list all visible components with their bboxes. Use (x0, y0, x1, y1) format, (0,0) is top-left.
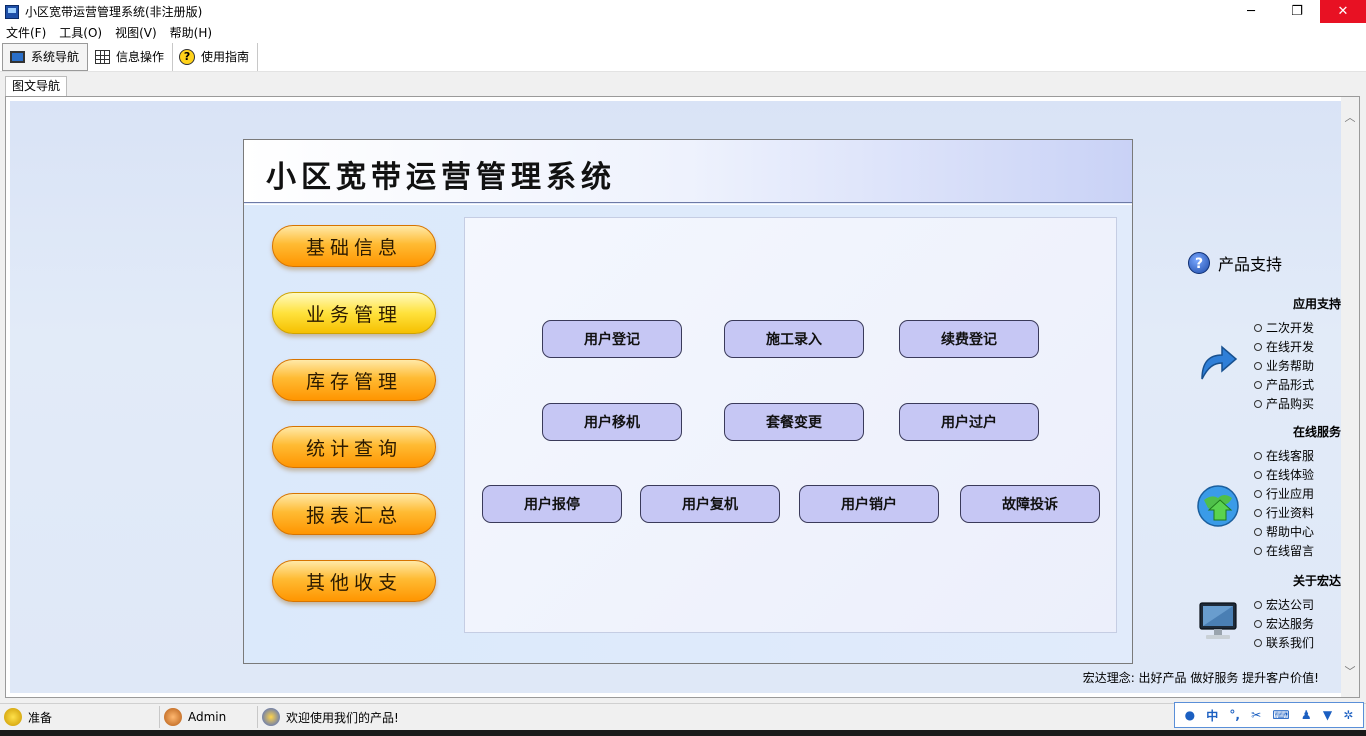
link-company[interactable]: 宏达公司 (1254, 595, 1314, 614)
smile-icon (4, 708, 22, 726)
report-summary-button[interactable]: 报表汇总 (272, 493, 436, 535)
content-area: 小区宽带运营管理系统 基础信息 业务管理 库存管理 统计查询 报表汇总 其他收支… (5, 96, 1360, 698)
fault-complaint-button[interactable]: 故障投诉 (960, 485, 1100, 523)
help-icon: ? (179, 48, 196, 65)
page-title: 小区宽带运营管理系统 (266, 160, 616, 195)
inventory-mgmt-button[interactable]: 库存管理 (272, 359, 436, 401)
ime-settings-icon[interactable]: ✲ (1343, 708, 1353, 722)
grid-icon (94, 49, 110, 64)
user-suspend-button[interactable]: 用户报停 (482, 485, 622, 523)
link-secondary-dev[interactable]: 二次开发 (1254, 318, 1314, 337)
user-icon (164, 708, 182, 726)
status-welcome: 欢迎使用我们的产品! (258, 706, 558, 728)
window-title: 小区宽带运营管理系统(非注册版) (25, 5, 203, 19)
user-resume-button[interactable]: 用户复机 (640, 485, 780, 523)
ime-shirt-icon[interactable]: ▼ (1323, 708, 1332, 722)
ime-scissors-icon[interactable]: ✂ (1251, 708, 1261, 722)
computer-icon (1199, 602, 1237, 639)
link-online-trial[interactable]: 在线体验 (1254, 465, 1314, 484)
main-panel: 小区宽带运营管理系统 基础信息 业务管理 库存管理 统计查询 报表汇总 其他收支… (243, 139, 1133, 664)
about-list: 宏达公司 宏达服务 联系我们 (1254, 595, 1314, 652)
users-icon (262, 708, 280, 726)
scroll-up-icon[interactable]: ︿ (1341, 109, 1359, 127)
monitor-icon (9, 50, 25, 64)
ime-person-icon[interactable]: ♟ (1301, 708, 1312, 722)
construction-entry-button[interactable]: 施工录入 (724, 320, 864, 358)
ime-lang[interactable]: 中 (1206, 707, 1218, 724)
link-online-dev[interactable]: 在线开发 (1254, 337, 1314, 356)
other-income-button[interactable]: 其他收支 (272, 560, 436, 602)
ime-toolbar[interactable]: ● 中 °, ✂ ⌨ ♟ ▼ ✲ (1174, 702, 1364, 728)
operations-panel: 用户登记 施工录入 续费登记 用户移机 套餐变更 用户过户 用户报停 用户复机 … (464, 217, 1117, 633)
app-icon (5, 4, 19, 19)
maximize-button[interactable]: ❐ (1274, 0, 1320, 23)
system-nav-button[interactable]: 系统导航 (2, 42, 89, 71)
app-support-list: 二次开发 在线开发 业务帮助 产品形式 产品购买 (1254, 318, 1314, 413)
menu-view[interactable]: 视图(V) (109, 24, 164, 41)
link-product-form[interactable]: 产品形式 (1254, 375, 1314, 394)
info-ops-button[interactable]: 信息操作 (88, 42, 174, 71)
link-industry-app[interactable]: 行业应用 (1254, 484, 1314, 503)
product-support-heading: ? 产品支持 (1188, 251, 1282, 275)
user-cancel-button[interactable]: 用户销户 (799, 485, 939, 523)
ime-punct-icon[interactable]: °, (1229, 708, 1240, 722)
panel-body: 基础信息 业务管理 库存管理 统计查询 报表汇总 其他收支 用户登记 施工录入 … (244, 204, 1132, 663)
status-user: Admin (160, 706, 258, 728)
vertical-scrollbar[interactable]: ︿ ﹀ (1341, 97, 1359, 697)
globe-icon (1197, 485, 1239, 527)
product-support-panel: ? 产品支持 应用支持 二次开发 在线开发 业务帮助 产品形式 产品购买 在线服… (1170, 241, 1345, 691)
status-user-text: Admin (188, 710, 227, 724)
panel-header: 小区宽带运营管理系统 (244, 140, 1132, 203)
company-slogan: 宏达理念: 出好产品 做好服务 提升客户价值! (1082, 671, 1319, 685)
taskbar (0, 730, 1366, 736)
user-transfer-button[interactable]: 用户过户 (899, 403, 1039, 441)
minimize-button[interactable]: ─ (1228, 0, 1274, 23)
about-title: 关于宏达 (1292, 574, 1341, 588)
toolbar: 系统导航 信息操作 ? 使用指南 (0, 42, 1366, 72)
status-ready: 准备 (0, 706, 160, 728)
statistics-query-button[interactable]: 统计查询 (272, 426, 436, 468)
product-support-title: 产品支持 (1218, 255, 1283, 274)
menu-file[interactable]: 文件(F) (0, 24, 53, 41)
renewal-register-button[interactable]: 续费登记 (899, 320, 1039, 358)
menu-bar: 文件(F) 工具(O) 视图(V) 帮助(H) (0, 23, 1366, 42)
link-industry-data[interactable]: 行业资料 (1254, 503, 1314, 522)
business-mgmt-button[interactable]: 业务管理 (272, 292, 436, 334)
ime-user-icon[interactable]: ● (1185, 708, 1195, 722)
menu-help[interactable]: 帮助(H) (164, 24, 219, 41)
question-icon: ? (1188, 252, 1210, 274)
title-bar: 小区宽带运营管理系统(非注册版) ─ ❐ ✕ (0, 0, 1366, 23)
app-support-title: 应用支持 (1292, 297, 1341, 311)
package-change-button[interactable]: 套餐变更 (724, 403, 864, 441)
info-ops-label: 信息操作 (116, 50, 165, 64)
link-online-support[interactable]: 在线客服 (1254, 446, 1314, 465)
status-ready-text: 准备 (28, 710, 53, 725)
link-help-center[interactable]: 帮助中心 (1254, 522, 1314, 541)
arrow-forward-icon (1201, 345, 1238, 380)
link-product-purchase[interactable]: 产品购买 (1254, 394, 1314, 413)
menu-tools[interactable]: 工具(O) (53, 24, 109, 41)
user-register-button[interactable]: 用户登记 (542, 320, 682, 358)
close-button[interactable]: ✕ (1320, 0, 1366, 23)
basic-info-button[interactable]: 基础信息 (272, 225, 436, 267)
online-service-list: 在线客服 在线体验 行业应用 行业资料 帮助中心 在线留言 (1254, 446, 1314, 560)
tab-graphic-nav[interactable]: 图文导航 (5, 76, 68, 96)
user-guide-label: 使用指南 (201, 50, 250, 64)
window-controls: ─ ❐ ✕ (1228, 0, 1366, 23)
status-welcome-text: 欢迎使用我们的产品! (286, 710, 399, 725)
link-online-message[interactable]: 在线留言 (1254, 541, 1314, 560)
user-guide-button[interactable]: ? 使用指南 (173, 42, 259, 71)
user-relocate-button[interactable]: 用户移机 (542, 403, 682, 441)
link-contact[interactable]: 联系我们 (1254, 633, 1314, 652)
link-business-help[interactable]: 业务帮助 (1254, 356, 1314, 375)
scroll-down-icon[interactable]: ﹀ (1341, 663, 1359, 681)
online-service-title: 在线服务 (1292, 425, 1341, 439)
tab-strip: 图文导航 (0, 72, 1366, 96)
system-nav-label: 系统导航 (31, 50, 80, 64)
ime-keyboard-icon[interactable]: ⌨ (1272, 708, 1289, 722)
link-services[interactable]: 宏达服务 (1254, 614, 1314, 633)
status-bar: 准备 Admin 欢迎使用我们的产品! (0, 703, 1366, 730)
content-inner: 小区宽带运营管理系统 基础信息 业务管理 库存管理 统计查询 报表汇总 其他收支… (10, 101, 1341, 693)
